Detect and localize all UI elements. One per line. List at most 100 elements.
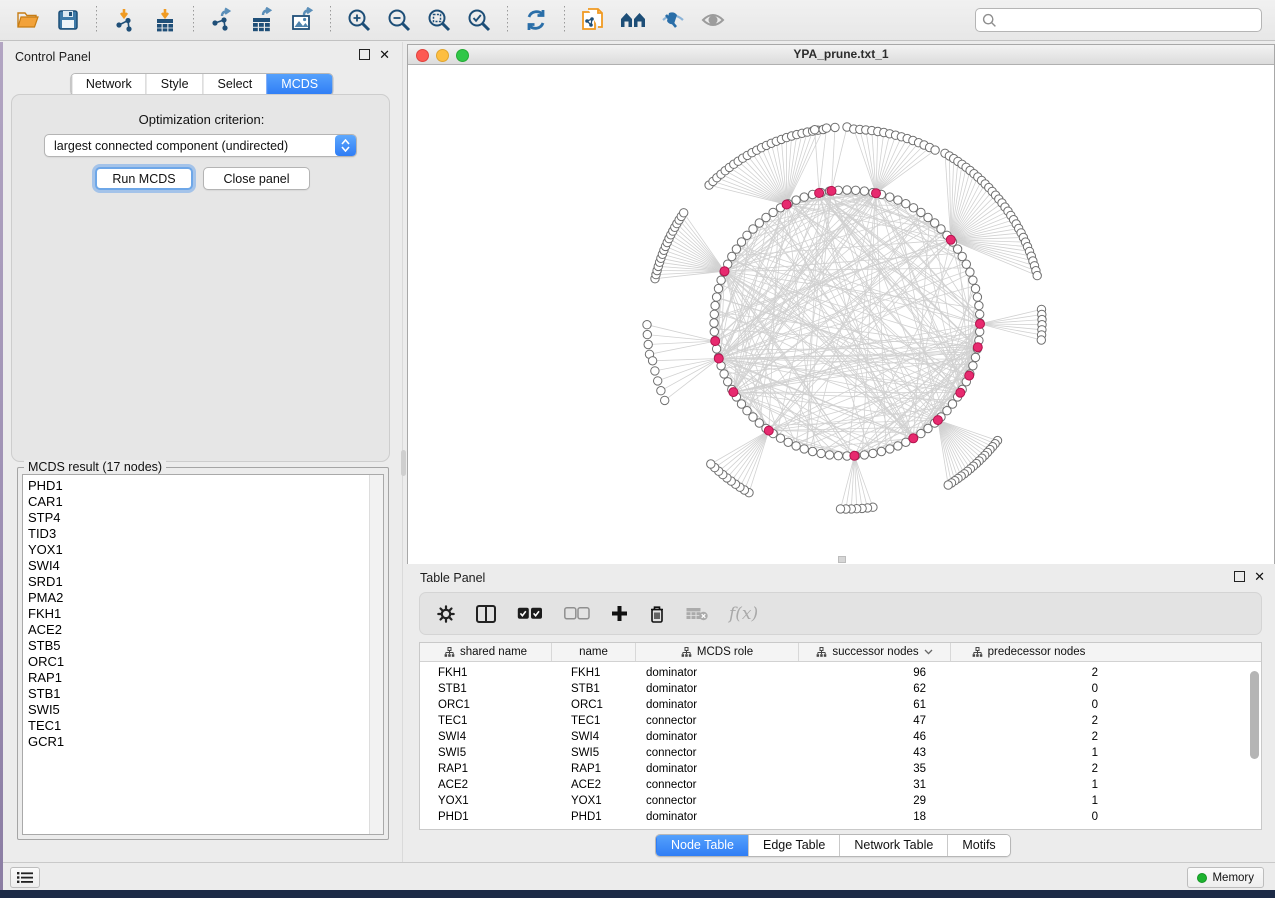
network-node[interactable] — [843, 186, 851, 194]
network-node[interactable] — [800, 445, 808, 453]
cell-name[interactable]: PHD1 — [552, 811, 636, 823]
cell-successor-nodes[interactable]: 43 — [799, 747, 951, 759]
network-node[interactable] — [651, 367, 659, 375]
cell-name[interactable]: ACE2 — [552, 779, 636, 791]
network-search-box[interactable] — [975, 8, 1262, 32]
network-hub-node[interactable] — [909, 434, 918, 443]
network-hub-node[interactable] — [973, 343, 982, 352]
network-node[interactable] — [825, 451, 833, 459]
cell-shared-name[interactable]: PHD1 — [420, 811, 552, 823]
cell-shared-name[interactable]: ACE2 — [420, 779, 552, 791]
table-tab[interactable]: Node Table — [656, 835, 748, 856]
cell-mcds-role[interactable]: dominator — [636, 731, 799, 743]
network-hub-node[interactable] — [815, 189, 824, 198]
network-node[interactable] — [877, 447, 885, 455]
cell-predecessor-nodes[interactable]: 1 — [951, 795, 1106, 807]
mcds-result-node[interactable]: TID3 — [23, 526, 383, 542]
cell-mcds-role[interactable]: dominator — [636, 763, 799, 775]
network-node[interactable] — [831, 123, 839, 131]
cell-shared-name[interactable]: FKH1 — [420, 667, 552, 679]
cell-name[interactable]: FKH1 — [552, 667, 636, 679]
network-hub-node[interactable] — [946, 235, 955, 244]
network-node[interactable] — [657, 387, 665, 395]
cell-successor-nodes[interactable]: 61 — [799, 699, 951, 711]
table-tab[interactable]: Edge Table — [748, 835, 839, 856]
column-header-predecessor-nodes[interactable]: predecessor nodes — [951, 643, 1106, 661]
show-column-panel-icon[interactable] — [476, 605, 496, 623]
network-node[interactable] — [769, 208, 777, 216]
network-node[interactable] — [836, 505, 844, 513]
network-hub-node[interactable] — [729, 388, 738, 397]
network-node[interactable] — [976, 310, 984, 318]
cell-predecessor-nodes[interactable]: 1 — [951, 779, 1106, 791]
export-image-icon[interactable] — [287, 5, 317, 35]
cell-mcds-role[interactable]: connector — [636, 747, 799, 759]
cell-successor-nodes[interactable]: 18 — [799, 811, 951, 823]
network-node[interactable] — [1037, 336, 1045, 344]
cell-successor-nodes[interactable]: 47 — [799, 715, 951, 727]
table-row[interactable]: PHD1 PHD1 dominator 18 0 — [420, 809, 1261, 825]
mcds-result-node[interactable]: RAP1 — [23, 670, 383, 686]
mcds-result-list[interactable]: PHD1CAR1STP4TID3YOX1SWI4SRD1PMA2FKH1ACE2… — [22, 474, 384, 835]
network-node[interactable] — [975, 301, 983, 309]
cell-predecessor-nodes[interactable]: 0 — [951, 683, 1106, 695]
table-row[interactable]: FKH1 FKH1 dominator 96 2 — [420, 665, 1261, 681]
control-panel-tab[interactable]: Network — [71, 74, 146, 95]
cell-successor-nodes[interactable]: 62 — [799, 683, 951, 695]
zoom-out-icon[interactable] — [384, 5, 414, 35]
function-builder-icon[interactable]: f(x) — [729, 604, 758, 624]
network-node[interactable] — [958, 252, 966, 260]
memory-button[interactable]: Memory — [1187, 867, 1264, 888]
network-hub-node[interactable] — [720, 267, 729, 276]
cell-successor-nodes[interactable]: 31 — [799, 779, 951, 791]
mcds-result-node[interactable]: GCR1 — [23, 734, 383, 750]
network-node[interactable] — [894, 442, 902, 450]
network-node[interactable] — [969, 276, 977, 284]
mcds-result-node[interactable]: PHD1 — [23, 478, 383, 494]
network-node[interactable] — [973, 293, 981, 301]
cell-shared-name[interactable]: TEC1 — [420, 715, 552, 727]
mcds-result-node[interactable]: STB5 — [23, 638, 383, 654]
cell-mcds-role[interactable]: connector — [636, 715, 799, 727]
close-panel-button[interactable]: Close panel — [203, 167, 310, 190]
network-titlebar[interactable]: YPA_prune.txt_1 — [408, 45, 1274, 65]
network-hub-node[interactable] — [956, 388, 965, 397]
network-node[interactable] — [811, 126, 819, 134]
network-node[interactable] — [720, 370, 728, 378]
save-session-icon[interactable] — [53, 5, 83, 35]
cell-mcds-role[interactable]: dominator — [636, 667, 799, 679]
zoom-fit-icon[interactable] — [424, 5, 454, 35]
cell-name[interactable]: SWI5 — [552, 747, 636, 759]
network-hub-node[interactable] — [933, 416, 942, 425]
network-node[interactable] — [711, 301, 719, 309]
network-node[interactable] — [710, 328, 718, 336]
mcds-result-node[interactable]: CAR1 — [23, 494, 383, 510]
network-hub-node[interactable] — [872, 189, 881, 198]
mcds-result-node[interactable]: TEC1 — [23, 718, 383, 734]
run-mcds-button[interactable]: Run MCDS — [95, 167, 193, 190]
cell-shared-name[interactable]: SWI5 — [420, 747, 552, 759]
cell-successor-nodes[interactable]: 96 — [799, 667, 951, 679]
control-panel-tab[interactable]: Style — [146, 74, 203, 95]
network-node[interactable] — [909, 204, 917, 212]
table-options-gear-icon[interactable] — [437, 605, 455, 623]
apply-layout-icon[interactable] — [521, 5, 551, 35]
cell-mcds-role[interactable]: connector — [636, 795, 799, 807]
network-hub-node[interactable] — [711, 337, 720, 346]
network-node[interactable] — [800, 193, 808, 201]
network-hub-node[interactable] — [764, 426, 773, 435]
network-node[interactable] — [724, 378, 732, 386]
network-node[interactable] — [886, 445, 894, 453]
mcds-result-node[interactable]: ACE2 — [23, 622, 383, 638]
optimization-criterion-dropdown[interactable]: largest connected component (undirected) — [44, 134, 357, 157]
network-node[interactable] — [860, 187, 868, 195]
open-file-icon[interactable] — [13, 5, 43, 35]
zoom-selected-icon[interactable] — [464, 5, 494, 35]
list-scrollbar[interactable] — [369, 475, 383, 834]
cell-shared-name[interactable]: ORC1 — [420, 699, 552, 711]
panel-menu-button[interactable] — [10, 867, 40, 888]
cell-mcds-role[interactable]: connector — [636, 779, 799, 791]
cell-mcds-role[interactable]: dominator — [636, 811, 799, 823]
network-node[interactable] — [902, 200, 910, 208]
delete-columns-icon[interactable] — [649, 605, 665, 623]
